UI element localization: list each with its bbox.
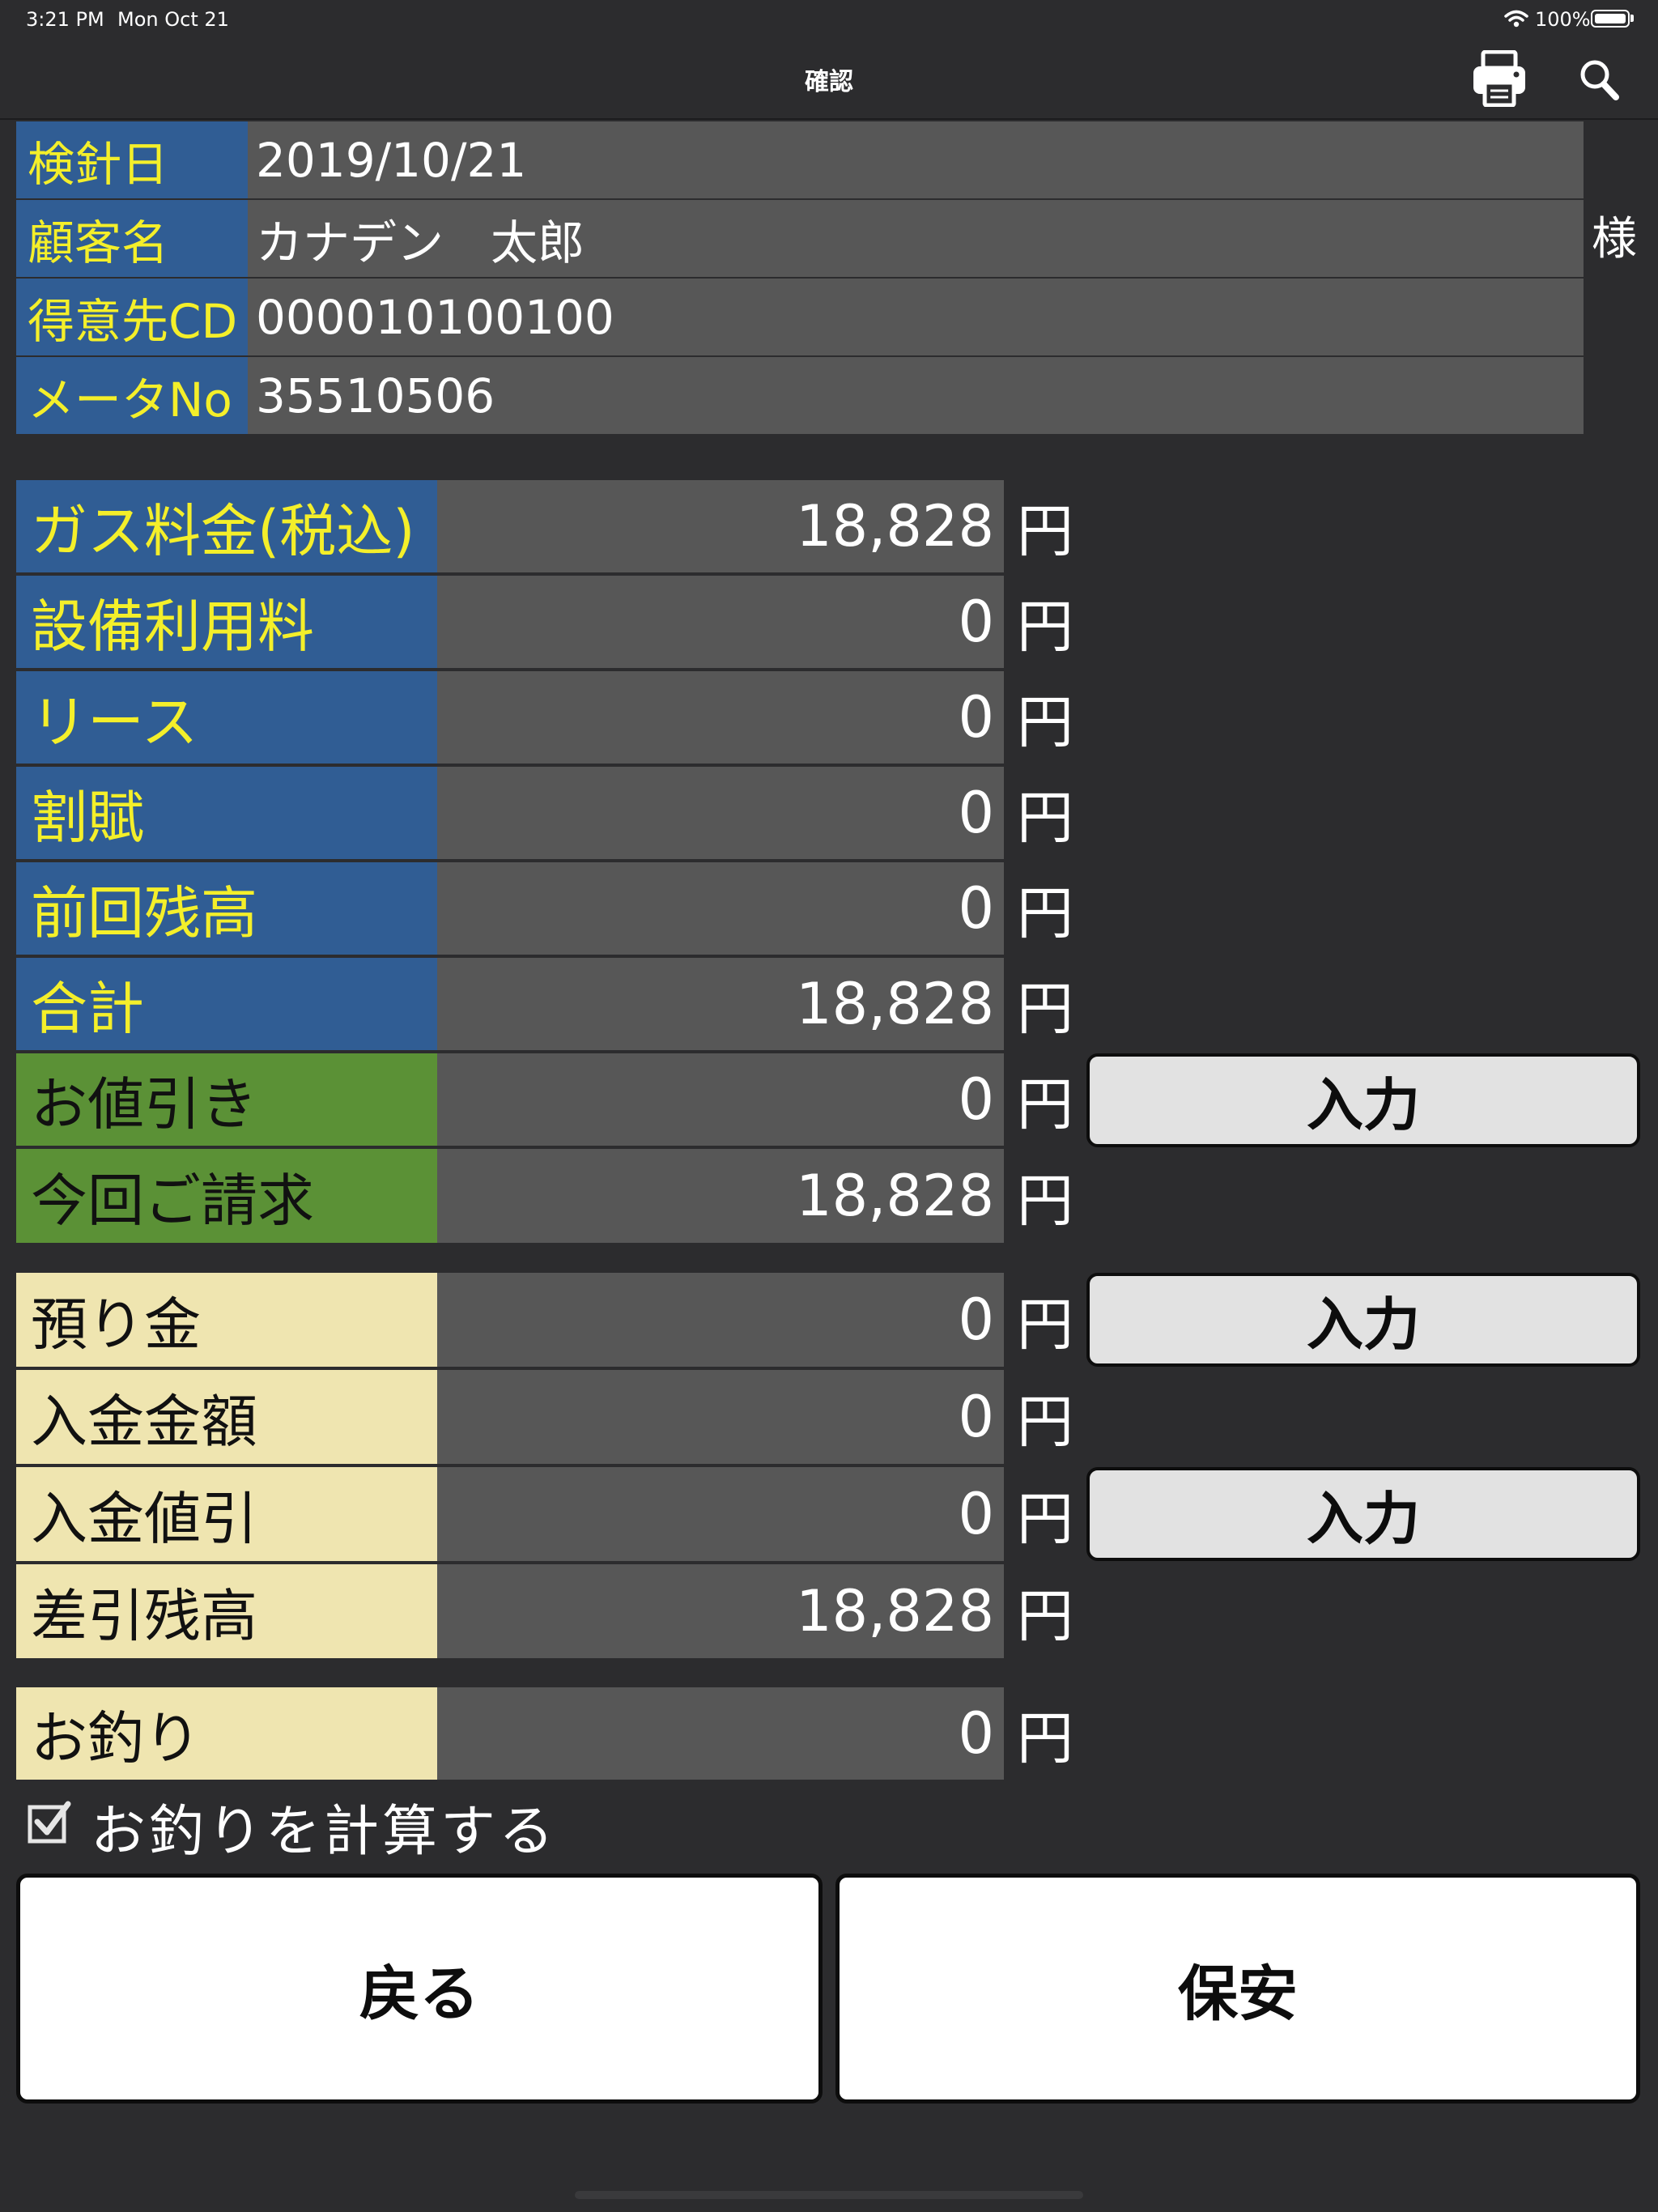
yen-unit: 円 [1017, 497, 1073, 564]
label-change: お釣り [16, 1687, 437, 1780]
value-payment-discount: 0 [437, 1467, 1004, 1561]
yen-unit: 円 [1017, 784, 1073, 851]
discount-input-button[interactable]: 入力 [1086, 1053, 1640, 1147]
info-label-customer-code: 得意先CD [16, 279, 248, 355]
battery-percent: 100% [1535, 8, 1591, 31]
value-lease: 0 [437, 671, 1004, 764]
calc-change-label[interactable]: お釣りを計算する [91, 1786, 557, 1866]
value-payment-amount: 0 [437, 1370, 1004, 1464]
label-total: 合計 [16, 958, 437, 1050]
value-previous-balance: 0 [437, 862, 1004, 955]
yen-unit: 円 [1017, 1582, 1073, 1649]
safety-button[interactable]: 保安 [835, 1874, 1640, 2104]
info-label-meter-no: メータNo [16, 357, 248, 434]
honorific-label: 様 [1592, 213, 1637, 266]
page-title: 確認 [805, 68, 853, 96]
label-gas-charge: ガス料金(税込) [16, 480, 437, 572]
label-installment: 割賦 [16, 767, 437, 859]
info-label-customer-name: 顧客名 [16, 200, 248, 277]
value-gas-charge: 18,828 [437, 480, 1004, 572]
info-value-reading-date: 2019/10/21 [248, 121, 1584, 198]
label-discount: お値引き [16, 1053, 437, 1146]
status-time: 3:21 PM [26, 8, 104, 31]
value-balance: 18,828 [437, 1564, 1004, 1658]
info-value-customer-name: カナデン 太郎 [248, 200, 1584, 277]
info-value-meter-no: 35510506 [248, 357, 1584, 434]
yen-unit: 円 [1017, 879, 1073, 946]
label-payment-discount: 入金値引 [16, 1467, 437, 1561]
yen-unit: 円 [1017, 1485, 1073, 1552]
home-indicator [575, 2191, 1083, 2199]
label-balance: 差引残高 [16, 1564, 437, 1658]
label-deposit: 預り金 [16, 1273, 437, 1367]
value-equipment-fee: 0 [437, 576, 1004, 668]
info-label-reading-date: 検針日 [16, 121, 248, 198]
printer-icon[interactable] [1472, 49, 1527, 108]
yen-unit: 円 [1017, 1388, 1073, 1455]
label-lease: リース [16, 671, 437, 764]
label-current-charge: 今回ご請求 [16, 1149, 437, 1243]
value-current-charge: 18,828 [437, 1149, 1004, 1243]
status-date: Mon Oct 21 [117, 8, 229, 31]
yen-unit: 円 [1017, 688, 1073, 755]
yen-unit: 円 [1017, 1167, 1073, 1234]
search-icon[interactable] [1579, 58, 1619, 100]
value-total: 18,828 [437, 958, 1004, 1050]
value-installment: 0 [437, 767, 1004, 859]
calc-change-checkbox[interactable] [28, 1799, 73, 1844]
payment-discount-input-button[interactable]: 入力 [1086, 1467, 1640, 1561]
yen-unit: 円 [1017, 1704, 1073, 1772]
yen-unit: 円 [1017, 593, 1073, 660]
yen-unit: 円 [1017, 1070, 1073, 1138]
back-button[interactable]: 戻る [16, 1874, 823, 2104]
label-equipment-fee: 設備利用料 [16, 576, 437, 668]
value-discount: 0 [437, 1053, 1004, 1146]
yen-unit: 円 [1017, 1291, 1073, 1358]
label-previous-balance: 前回残高 [16, 862, 437, 955]
info-value-customer-code: 000010100100 [248, 279, 1584, 355]
value-change: 0 [437, 1687, 1004, 1780]
wifi-icon [1504, 10, 1528, 28]
battery-tip [1630, 15, 1634, 22]
yen-unit: 円 [1017, 975, 1073, 1042]
value-deposit: 0 [437, 1273, 1004, 1367]
deposit-input-button[interactable]: 入力 [1086, 1273, 1640, 1367]
label-payment-amount: 入金金額 [16, 1370, 437, 1464]
battery-icon [1591, 10, 1630, 28]
